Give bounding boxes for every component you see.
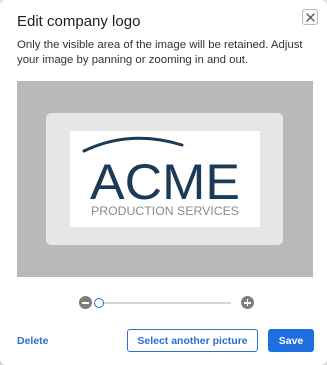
save-button[interactable]: Save xyxy=(268,329,314,352)
logo-image[interactable]: ACME PRODUCTION SERVICES xyxy=(70,131,260,227)
zoom-slider-track[interactable] xyxy=(98,302,231,304)
zoom-in-button[interactable] xyxy=(241,296,254,309)
zoom-slider-thumb[interactable] xyxy=(94,298,104,308)
close-icon xyxy=(305,12,315,22)
delete-link[interactable]: Delete xyxy=(17,335,49,347)
crop-frame: ACME PRODUCTION SERVICES xyxy=(46,113,283,245)
close-button[interactable] xyxy=(302,9,318,25)
dialog-title: Edit company logo xyxy=(17,13,141,30)
edit-logo-dialog: Edit company logo Only the visible area … xyxy=(0,0,327,365)
image-crop-canvas[interactable]: ACME PRODUCTION SERVICES xyxy=(17,81,313,277)
select-another-picture-button[interactable]: Select another picture xyxy=(127,329,258,352)
dialog-description: Only the visible area of the image will … xyxy=(17,39,303,66)
zoom-controls xyxy=(78,295,256,311)
logo-graphic: ACME PRODUCTION SERVICES xyxy=(82,136,240,218)
zoom-out-button[interactable] xyxy=(79,296,92,309)
logo-main-text: ACME xyxy=(90,154,240,210)
logo-sub-text: PRODUCTION SERVICES xyxy=(91,206,239,218)
